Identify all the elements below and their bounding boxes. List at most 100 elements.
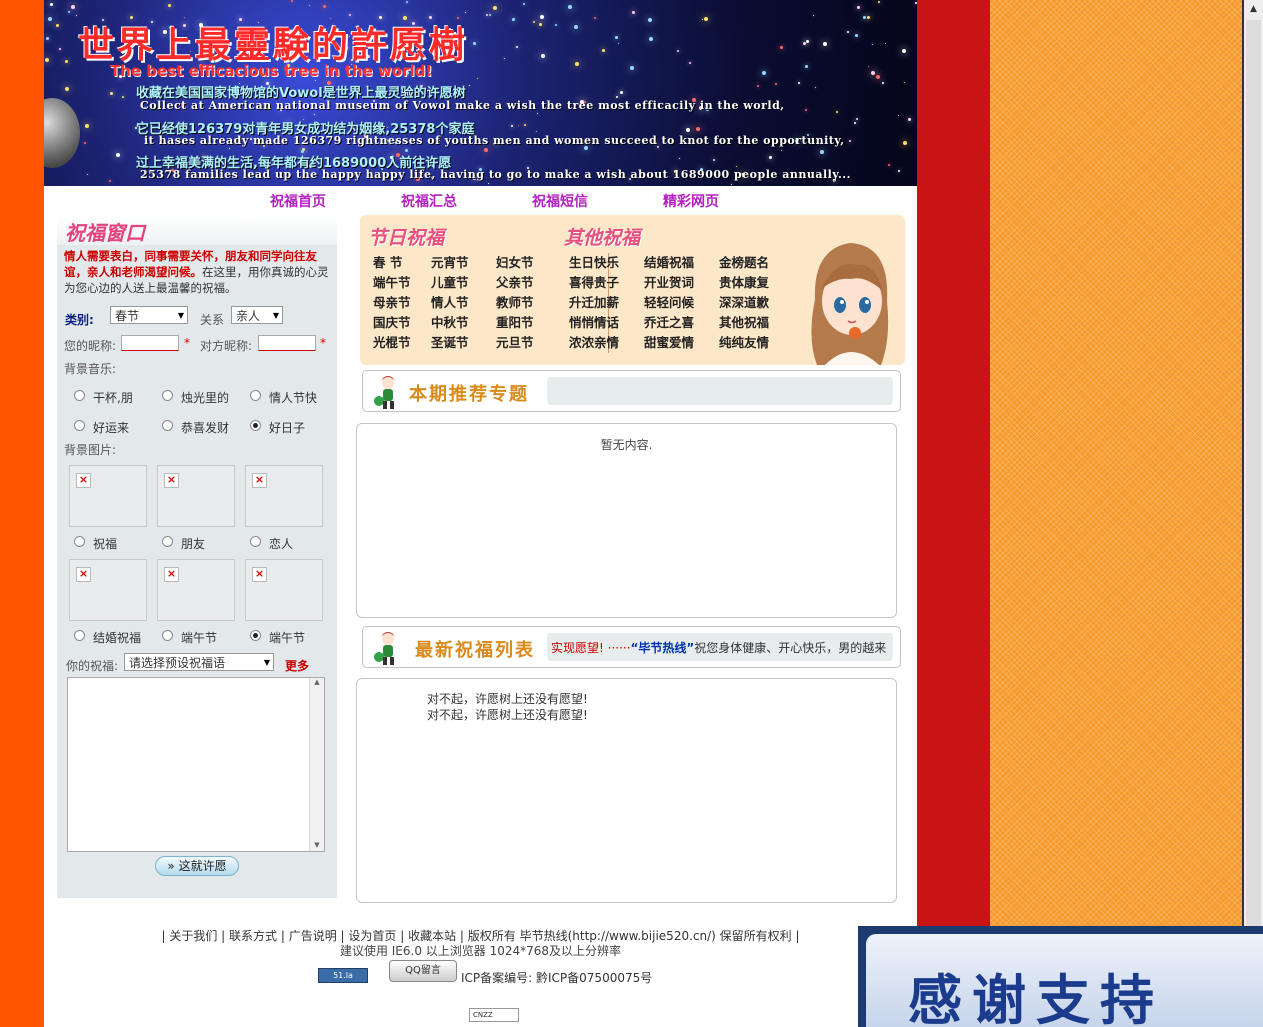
- star-light: [523, 3, 525, 5]
- category-link[interactable]: 重阳节: [496, 312, 534, 331]
- wish-textarea[interactable]: ▲ ▼: [67, 677, 325, 852]
- category-link[interactable]: 升迁加薪: [569, 292, 619, 311]
- category-link[interactable]: 生日快乐: [569, 252, 619, 271]
- thanks-banner[interactable]: 感谢支持: [858, 926, 1263, 1027]
- textarea-scrollbar[interactable]: ▲ ▼: [309, 678, 324, 851]
- star-light: [489, 14, 491, 16]
- music-radio-icon[interactable]: [250, 390, 261, 401]
- music-option-label: 好日子: [269, 421, 306, 435]
- browser-scrollbar[interactable]: ▲: [1242, 0, 1263, 1027]
- nav-home[interactable]: 祝福首页: [270, 191, 326, 211]
- star-light: [882, 82, 884, 84]
- category-link[interactable]: 轻轻问候: [644, 292, 694, 311]
- category-link[interactable]: 结婚祝福: [644, 252, 694, 271]
- footer-set-home[interactable]: 设为首页: [348, 929, 396, 943]
- star-light: [806, 40, 809, 43]
- scroll-up-arrow-icon[interactable]: ▲: [1246, 2, 1261, 17]
- background-image-thumb[interactable]: ×: [69, 559, 147, 621]
- category-link[interactable]: 光棍节: [373, 332, 411, 351]
- category-link[interactable]: 金榜题名: [719, 252, 769, 271]
- latest-marquee[interactable]: 实现愿望! ······“毕节热线”祝您身体健康、开心快乐，男的越来: [547, 633, 893, 661]
- category-link[interactable]: 开业贺词: [644, 272, 694, 291]
- nav-sms[interactable]: 祝福短信: [532, 191, 588, 211]
- footer-ads[interactable]: 广告说明: [289, 929, 337, 943]
- music-radio-icon[interactable]: [74, 390, 85, 401]
- marquee-site[interactable]: “毕节热线”: [631, 641, 695, 655]
- image-option-label: 祝福: [93, 537, 118, 551]
- broken-image-icon: ×: [252, 473, 267, 488]
- star-light: [168, 4, 171, 7]
- music-radio-icon[interactable]: [162, 420, 173, 431]
- category-link[interactable]: 端午节: [373, 272, 411, 291]
- image-radio-icon[interactable]: [250, 630, 261, 641]
- image-label: 背景图片:: [64, 443, 117, 457]
- image-radio-icon[interactable]: [74, 630, 85, 641]
- category-link[interactable]: 教师节: [496, 292, 534, 311]
- footer-bookmark[interactable]: 收藏本站: [408, 929, 456, 943]
- broken-image-icon: ×: [164, 567, 179, 582]
- featured-header: 本期推荐专题: [362, 370, 901, 412]
- star-light: [555, 24, 557, 26]
- background-image-thumb[interactable]: ×: [157, 465, 235, 527]
- category-link[interactable]: 元宵节: [431, 252, 469, 271]
- star-light: [805, 109, 807, 111]
- star-light: [780, 46, 783, 49]
- star-light: [696, 127, 700, 131]
- category-link[interactable]: 儿童节: [431, 272, 469, 291]
- other-nickname-input[interactable]: [258, 335, 316, 351]
- music-radio-icon[interactable]: [74, 420, 85, 431]
- category-link[interactable]: 其他祝福: [719, 312, 769, 331]
- background-image-thumb[interactable]: ×: [245, 559, 323, 621]
- category-link[interactable]: 圣诞节: [431, 332, 469, 351]
- music-radio-icon[interactable]: [250, 420, 261, 431]
- category-select[interactable]: 春节 ▼: [110, 306, 188, 324]
- category-link[interactable]: 深深道歉: [719, 292, 769, 311]
- image-radio-icon[interactable]: [74, 536, 85, 547]
- relation-select[interactable]: 亲人 ▼: [231, 306, 283, 324]
- category-link[interactable]: 浓浓亲情: [569, 332, 619, 351]
- background-image-thumb[interactable]: ×: [69, 465, 147, 527]
- music-option-label: 干杯,朋: [93, 391, 133, 405]
- image-radio-icon[interactable]: [162, 630, 173, 641]
- category-link[interactable]: 元旦节: [496, 332, 534, 351]
- footer-about[interactable]: 关于我们: [169, 929, 217, 943]
- scroll-thumb[interactable]: [1246, 20, 1261, 1010]
- category-link[interactable]: 悄悄情话: [569, 312, 619, 331]
- nav-summary[interactable]: 祝福汇总: [401, 191, 457, 211]
- star-light: [813, 15, 814, 16]
- background-image-thumb[interactable]: ×: [157, 559, 235, 621]
- star-light: [537, 113, 538, 114]
- relation-label: 关系: [200, 313, 225, 327]
- category-link[interactable]: 纯纯友情: [719, 332, 769, 351]
- star-light: [568, 5, 572, 9]
- submit-wish-button[interactable]: » 这就许愿: [155, 856, 239, 876]
- wish-preset-select[interactable]: 请选择预设祝福语 ▼: [124, 653, 274, 671]
- category-link[interactable]: 母亲节: [373, 292, 411, 311]
- category-link[interactable]: 情人节: [431, 292, 469, 311]
- category-link[interactable]: 中秋节: [431, 312, 469, 331]
- star-light: [76, 15, 77, 16]
- star-light: [820, 150, 824, 154]
- image-radio-icon[interactable]: [250, 536, 261, 547]
- category-link[interactable]: 贵体康复: [719, 272, 769, 291]
- nav-pages[interactable]: 精彩网页: [663, 191, 719, 211]
- nickname-input[interactable]: [121, 335, 179, 351]
- category-link[interactable]: 春 节: [373, 252, 402, 271]
- stats-badge-51la[interactable]: 51.la: [318, 968, 368, 983]
- footer-contact[interactable]: 联系方式: [229, 929, 277, 943]
- stats-badge-cnzz[interactable]: CNZZ: [469, 1008, 519, 1022]
- category-link[interactable]: 喜得贵子: [569, 272, 619, 291]
- category-link[interactable]: 甜蜜爱情: [644, 332, 694, 351]
- category-link[interactable]: 国庆节: [373, 312, 411, 331]
- background-image-thumb[interactable]: ×: [245, 465, 323, 527]
- star-light: [868, 66, 869, 67]
- category-link[interactable]: 乔迁之喜: [644, 312, 694, 331]
- star-light: [805, 65, 808, 68]
- music-radio-icon[interactable]: [162, 390, 173, 401]
- category-link[interactable]: 妇女节: [496, 252, 534, 271]
- image-radio-icon[interactable]: [162, 536, 173, 547]
- star-light: [731, 184, 732, 185]
- qq-message-button[interactable]: QQ留言: [389, 960, 457, 982]
- category-link[interactable]: 父亲节: [496, 272, 534, 291]
- more-link[interactable]: 更多: [285, 657, 309, 674]
